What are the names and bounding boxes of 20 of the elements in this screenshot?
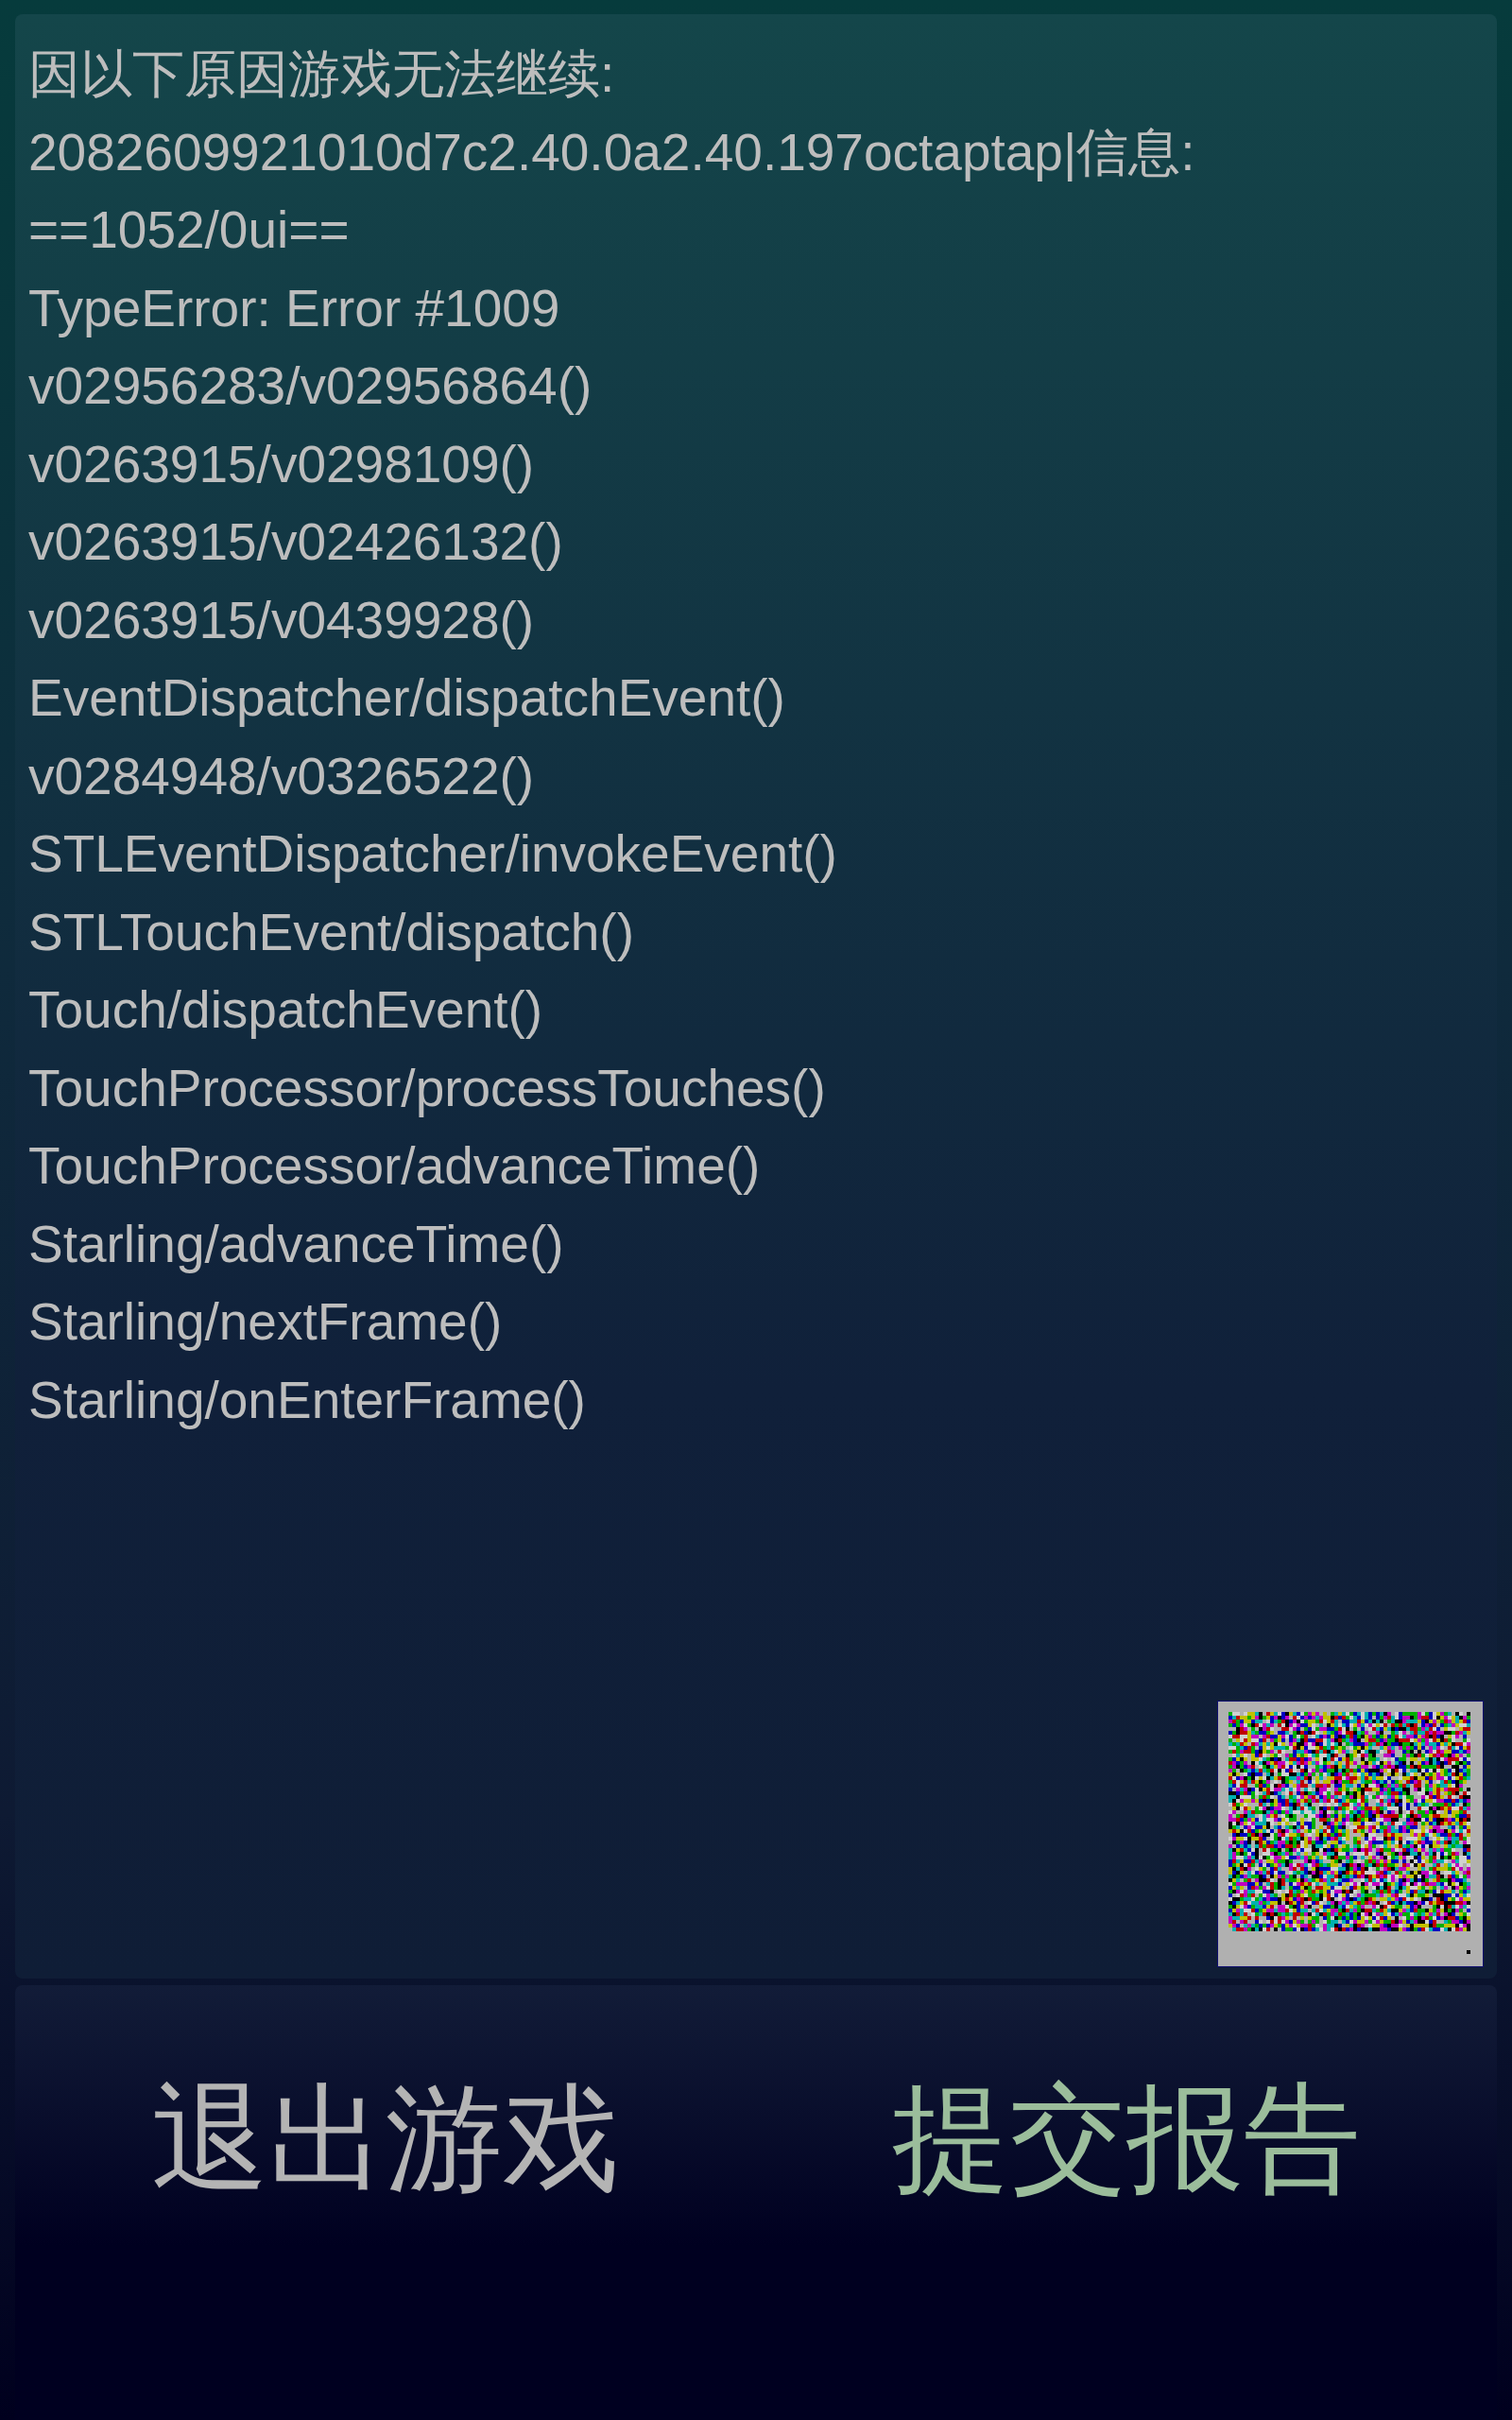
error-text-line: v02956283/v02956864() xyxy=(28,355,593,417)
error-text-line: 2082609921010d7c2.40.0a2.40.197octaptap|信息: xyxy=(28,121,1195,183)
error-text-line: v0263915/v0298109() xyxy=(28,433,535,495)
error-text-line: STLEventDispatcher/invokeEvent() xyxy=(28,823,837,885)
exit-game-button[interactable]: 退出游戏 xyxy=(15,2072,756,2204)
error-text-line: ==1052/0ui== xyxy=(28,199,350,261)
error-text-line: Touch/dispatchEvent() xyxy=(28,979,543,1041)
error-text-line: STLTouchEvent/dispatch() xyxy=(28,901,634,963)
error-text-line: v0284948/v0326522() xyxy=(28,745,535,807)
error-text-line: EventDispatcher/dispatchEvent() xyxy=(28,667,785,729)
error-text-line: v0263915/v0439928() xyxy=(28,589,535,651)
submit-report-button[interactable]: 提交报告 xyxy=(756,2072,1497,2204)
error-text-line: Starling/nextFrame() xyxy=(28,1291,503,1353)
error-text-line: TypeError: Error #1009 xyxy=(28,277,560,339)
error-text-line: Starling/advanceTime() xyxy=(28,1213,564,1275)
error-text-line: v0263915/v02426132() xyxy=(28,511,563,573)
error-text-line: 因以下原因游戏无法继续: xyxy=(28,43,615,105)
error-text-line: TouchProcessor/advanceTime() xyxy=(28,1135,761,1197)
error-text-line: Starling/onEnterFrame() xyxy=(28,1369,586,1431)
error-text-line: TouchProcessor/processTouches() xyxy=(28,1057,826,1119)
